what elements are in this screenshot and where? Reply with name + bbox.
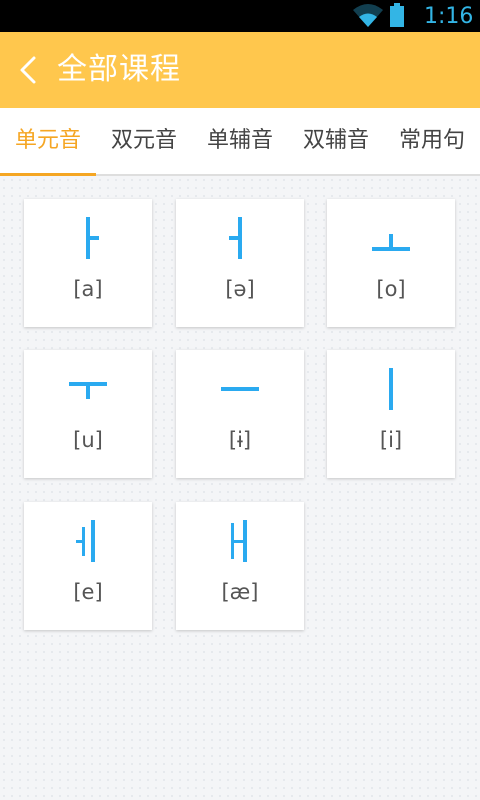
category-tabs: 单元音 双元音 单辅音 双辅音 常用句 xyxy=(0,108,480,176)
vowel-glyph xyxy=(69,382,107,399)
tab-diphthongs[interactable]: 双元音 xyxy=(96,108,192,174)
ipa-label: [ə] xyxy=(225,277,255,301)
vowel-glyph xyxy=(229,217,242,259)
battery-icon xyxy=(390,3,404,27)
tab-single-consonants[interactable]: 单辅音 xyxy=(192,108,288,174)
tab-double-consonants[interactable]: 双辅音 xyxy=(288,108,384,174)
vowel-card-e[interactable]: [e] xyxy=(24,502,152,630)
chevron-left-icon xyxy=(20,56,36,84)
vowel-glyph xyxy=(372,234,410,251)
vowel-card-u[interactable]: [u] xyxy=(24,350,152,478)
back-button[interactable] xyxy=(12,52,48,88)
page-title: 全部课程 xyxy=(57,52,181,87)
ipa-label: [e] xyxy=(73,580,103,604)
vowel-card-o[interactable]: [o] xyxy=(327,199,455,327)
ipa-label: [æ] xyxy=(221,580,259,604)
vowel-glyph xyxy=(389,368,393,410)
app-header: 全部课程 xyxy=(0,32,480,108)
wifi-icon xyxy=(352,3,384,33)
ipa-label: [i] xyxy=(379,428,403,452)
vowel-card-eu[interactable]: [ɨ] xyxy=(176,350,304,478)
vowel-glyph xyxy=(86,217,99,259)
ipa-label: [o] xyxy=(376,277,406,301)
ipa-label: [u] xyxy=(73,428,103,452)
vowel-card-ae[interactable]: [æ] xyxy=(176,502,304,630)
status-bar: 1:16 xyxy=(0,0,480,32)
vowel-card-eo[interactable]: [ə] xyxy=(176,199,304,327)
ipa-label: [ɨ] xyxy=(228,428,252,452)
vowel-glyph xyxy=(231,520,247,562)
tab-single-vowels[interactable]: 单元音 xyxy=(0,108,96,176)
tab-common-sentences[interactable]: 常用句 xyxy=(384,108,480,174)
vowel-card-i[interactable]: [i] xyxy=(327,350,455,478)
status-time: 1:16 xyxy=(424,4,474,29)
vowel-glyph xyxy=(221,387,259,391)
ipa-label: [a] xyxy=(73,277,103,301)
vowel-glyph xyxy=(76,520,95,562)
vowel-card-a[interactable]: [a] xyxy=(24,199,152,327)
